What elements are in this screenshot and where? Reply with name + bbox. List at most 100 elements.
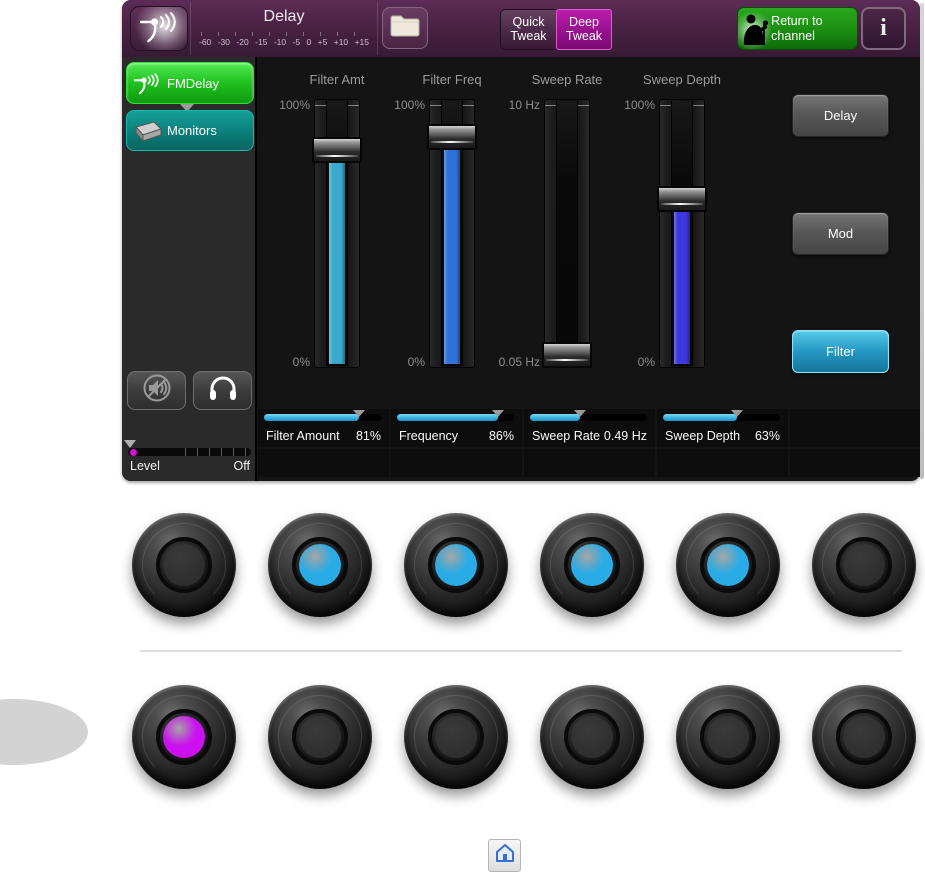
mute-button[interactable] xyxy=(127,371,186,410)
fader-sweep-rate[interactable] xyxy=(542,99,592,368)
fader-handle[interactable] xyxy=(427,123,477,150)
sidebar-item-fmdelay[interactable]: FMDelay xyxy=(126,62,254,104)
fader-min-label: 0% xyxy=(292,355,310,369)
monitor-wedge-icon xyxy=(127,119,167,143)
fader-min-label: 0% xyxy=(407,355,425,369)
param-value: 0.49 Hz xyxy=(603,429,647,443)
param-mini-slider[interactable] xyxy=(663,410,780,421)
param-empty-cell xyxy=(790,449,921,477)
meter-tick-label: +10 xyxy=(333,37,349,47)
knob-light xyxy=(707,716,749,758)
level-slider-marker xyxy=(124,440,136,448)
param-frequency[interactable]: Frequency 86% xyxy=(391,409,522,447)
preset-folder-button[interactable] xyxy=(382,7,428,49)
knob-row1-3-blue[interactable] xyxy=(404,513,508,617)
param-value: 81% xyxy=(355,429,381,443)
return-to-channel-button[interactable]: Return to channel xyxy=(737,7,858,50)
fader-handle[interactable] xyxy=(542,341,592,368)
sidebar-item-monitors[interactable]: Monitors xyxy=(126,110,254,151)
slider-marker-icon xyxy=(574,410,587,417)
param-empty-cell xyxy=(524,449,655,477)
param-sweep-rate[interactable]: Sweep Rate 0.49 Hz xyxy=(524,409,655,447)
knob-row2-3-off[interactable] xyxy=(404,685,508,789)
knob-row1-1-off[interactable] xyxy=(132,513,236,617)
param-mini-slider[interactable] xyxy=(264,410,381,421)
knob-row1-6-off[interactable] xyxy=(812,513,916,617)
sidebar-item-label: FMDelay xyxy=(167,75,220,91)
param-empty-cell xyxy=(258,449,389,477)
fader-label: Sweep Rate xyxy=(531,72,603,87)
fader-fill xyxy=(329,154,345,364)
param-mini-slider[interactable] xyxy=(397,410,514,421)
fader-handle[interactable] xyxy=(657,185,707,212)
meter-tick-label: -20 xyxy=(236,37,249,47)
return-button-label: Return to channel xyxy=(771,14,823,43)
knob-row1-4-blue[interactable] xyxy=(540,513,644,617)
knob-light xyxy=(843,544,885,586)
knob-row-top xyxy=(132,513,916,617)
tab-mod[interactable]: Mod xyxy=(792,212,889,255)
home-button[interactable] xyxy=(488,839,521,872)
panel-edge-highlight xyxy=(920,3,924,479)
fader-handle[interactable] xyxy=(312,137,362,164)
fader-label: Sweep Depth xyxy=(642,72,722,87)
delay-echo-icon xyxy=(127,70,167,96)
tab-deep-tweak[interactable]: Deep Tweak xyxy=(556,9,612,50)
knob-row1-5-blue[interactable] xyxy=(676,513,780,617)
fader-label: Filter Freq xyxy=(422,72,482,87)
decorative-ellipse xyxy=(0,699,88,765)
param-label: Filter Amount xyxy=(266,429,340,443)
top-bar: Delay -60 -30 -20 -15 -10 -5 0 +5 +10 +15 Quick T… xyxy=(122,0,920,57)
fader-fill xyxy=(444,140,460,364)
tab-quick-tweak[interactable]: Quick Tweak xyxy=(500,9,556,50)
knob-light xyxy=(571,716,613,758)
info-button[interactable]: i xyxy=(861,7,906,50)
param-label: Sweep Rate xyxy=(532,429,601,443)
effect-channel-button[interactable] xyxy=(130,6,188,51)
fader-max-label: 100% xyxy=(624,98,655,112)
meter-tick-label: -15 xyxy=(255,37,268,47)
knob-light xyxy=(163,544,205,586)
info-icon: i xyxy=(880,15,887,41)
knob-row-divider xyxy=(140,650,902,652)
meter-tick-label: -5 xyxy=(292,37,301,47)
slider-marker-icon xyxy=(491,410,504,417)
param-mini-slider[interactable] xyxy=(530,410,647,421)
tab-filter[interactable]: Filter xyxy=(792,330,889,373)
knob-light xyxy=(571,544,613,586)
fader-label: Filter Amt xyxy=(309,72,365,87)
fader-max-label: 10 Hz xyxy=(508,98,540,112)
knob-light xyxy=(299,544,341,586)
effect-title: Delay xyxy=(263,8,305,25)
singer-icon xyxy=(738,8,772,49)
tab-delay[interactable]: Delay xyxy=(792,94,889,137)
fader-slot xyxy=(556,101,578,366)
knob-row1-2-blue[interactable] xyxy=(268,513,372,617)
fader-sweep-depth[interactable] xyxy=(657,99,707,368)
param-value: 63% xyxy=(754,429,780,443)
knob-row2-2-off[interactable] xyxy=(268,685,372,789)
speaker-mute-icon xyxy=(140,373,174,408)
fader-filter-amt[interactable] xyxy=(312,99,362,368)
knob-row2-5-off[interactable] xyxy=(676,685,780,789)
level-slider-dot xyxy=(130,449,137,456)
param-sweep-depth[interactable]: Sweep Depth 63% xyxy=(657,409,788,447)
param-value: 86% xyxy=(488,429,514,443)
level-value: Off xyxy=(233,459,250,473)
level-slider[interactable] xyxy=(128,448,251,456)
level-slider-ticks xyxy=(185,448,247,456)
knob-row2-1-magenta[interactable] xyxy=(132,685,236,789)
knob-row2-6-off[interactable] xyxy=(812,685,916,789)
knob-light xyxy=(843,716,885,758)
fader-filter-freq[interactable] xyxy=(427,99,477,368)
knob-row2-4-off[interactable] xyxy=(540,685,644,789)
param-filter-amount[interactable]: Filter Amount 81% xyxy=(258,409,389,447)
knob-row-bottom xyxy=(132,685,916,789)
fader-fill xyxy=(674,202,690,364)
effect-title-block: Delay -60 -30 -20 -15 -10 -5 0 +5 +10 +15 xyxy=(190,2,378,55)
headphones-button[interactable] xyxy=(193,371,252,410)
deep-tweak-panel: Delay -60 -30 -20 -15 -10 -5 0 +5 +10 +15 Quick T… xyxy=(122,0,921,481)
headphones-icon xyxy=(207,374,239,407)
meter-numbers: -60 -30 -20 -15 -10 -5 0 +5 +10 +15 xyxy=(199,37,369,47)
knob-light xyxy=(707,544,749,586)
